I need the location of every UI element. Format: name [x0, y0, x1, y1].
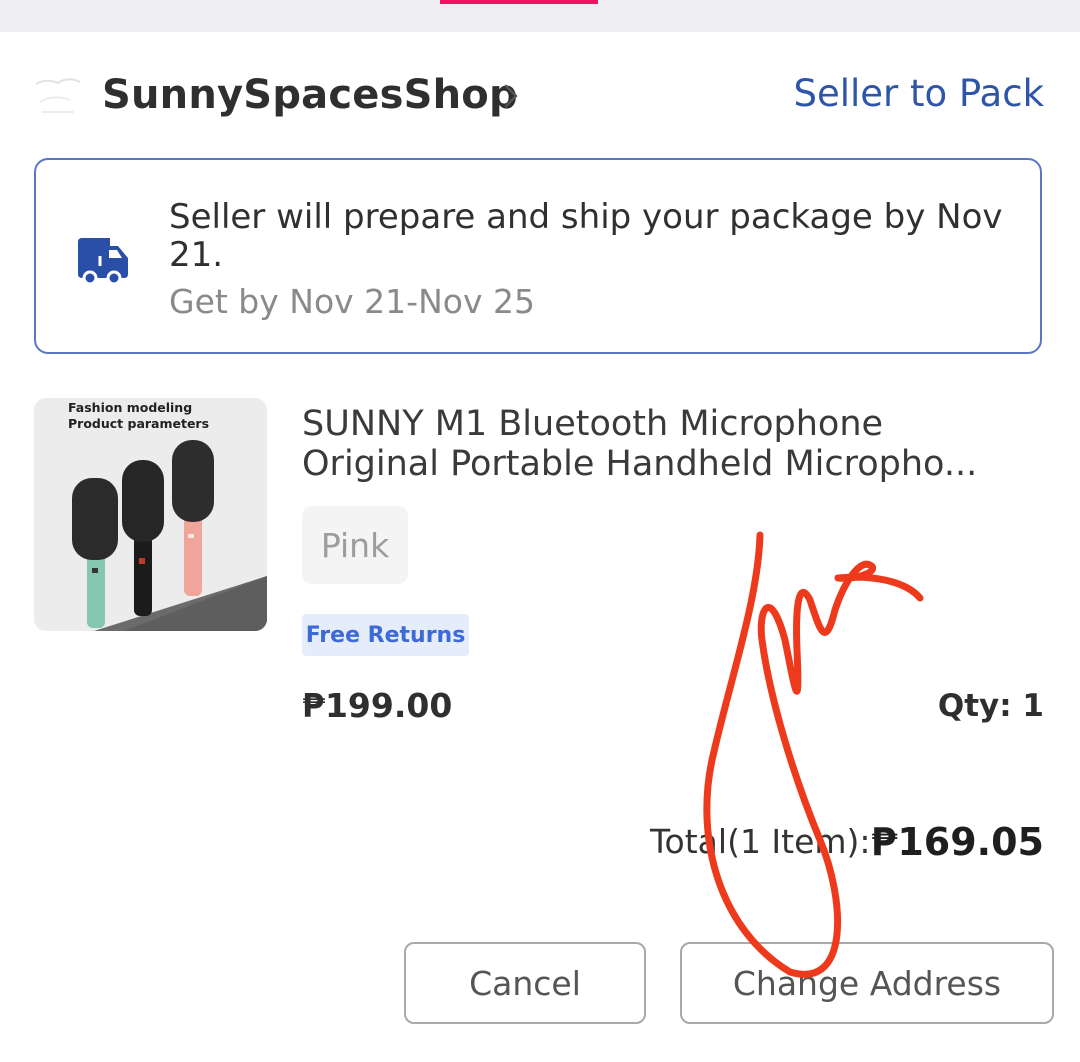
- variant-chip: Pink: [302, 506, 408, 584]
- active-tab-indicator: [440, 0, 598, 4]
- item-price: ₱199.00: [302, 686, 453, 725]
- shipping-info-card[interactable]: Seller will prepare and ship your packag…: [34, 158, 1042, 354]
- product-thumbnail[interactable]: Fashion modeling Product parameters: [34, 398, 267, 631]
- total-label: Total(1 Item):: [650, 822, 871, 861]
- top-tab-strip: [0, 0, 1080, 32]
- truck-icon: [78, 238, 128, 284]
- product-title-line-2: Original Portable Handheld Micropho...: [302, 444, 978, 484]
- change-address-button[interactable]: Change Address: [680, 942, 1054, 1024]
- shop-name[interactable]: SunnySpacesShop: [102, 72, 518, 118]
- shop-logo-icon[interactable]: [34, 74, 84, 116]
- free-returns-badge: Free Returns: [302, 614, 469, 656]
- delivery-estimate: Get by Nov 21-Nov 25: [169, 282, 535, 321]
- product-title-line-1: SUNNY M1 Bluetooth Microphone: [302, 404, 884, 444]
- order-status: Seller to Pack: [793, 72, 1044, 115]
- chevron-right-icon[interactable]: [500, 80, 524, 112]
- cancel-button[interactable]: Cancel: [404, 942, 646, 1024]
- microphone-product-image: [34, 440, 267, 631]
- ship-by-message: Seller will prepare and ship your packag…: [169, 197, 1003, 275]
- product-title[interactable]: SUNNY M1 Bluetooth Microphone Original P…: [302, 404, 1042, 484]
- item-quantity: Qty: 1: [937, 688, 1044, 724]
- total-amount: ₱169.05: [870, 820, 1044, 864]
